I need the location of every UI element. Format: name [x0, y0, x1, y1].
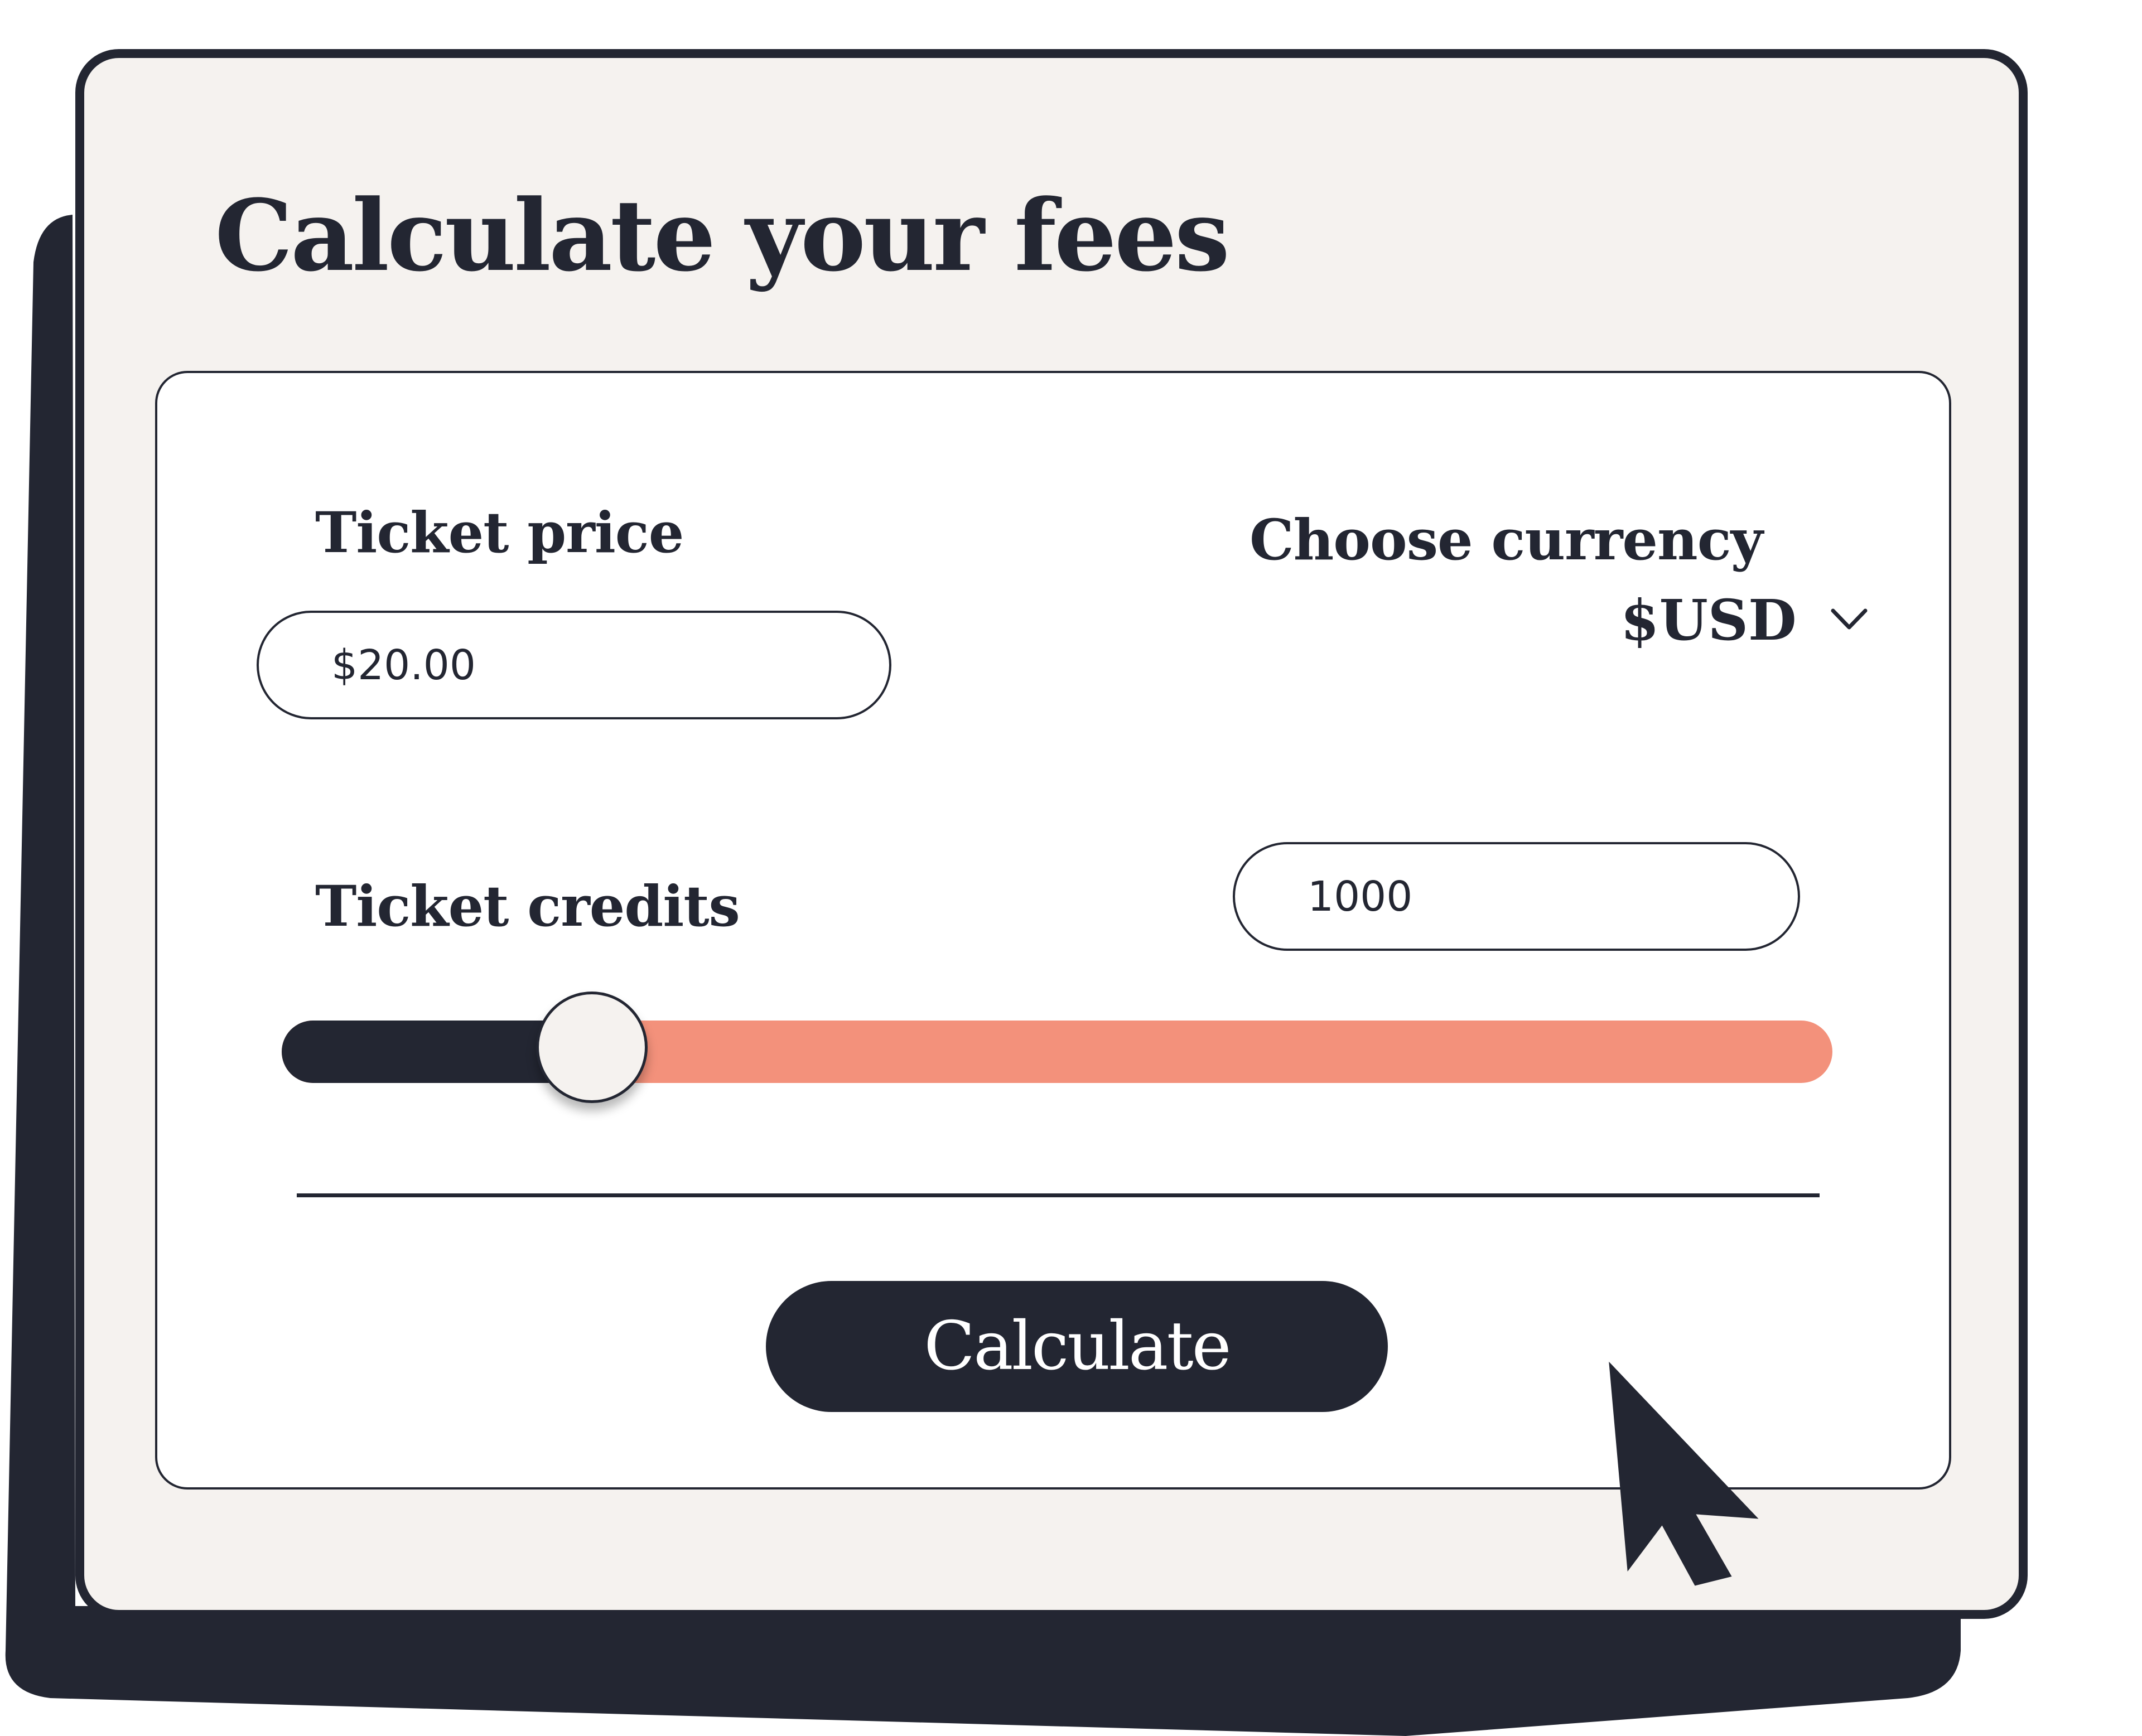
ticket-credits-slider[interactable] — [282, 992, 1832, 1103]
ticket-credits-input[interactable] — [1233, 842, 1800, 951]
slider-thumb[interactable] — [536, 992, 648, 1103]
currency-label: Choose currency — [1250, 507, 1763, 573]
form-divider — [297, 1193, 1820, 1197]
ticket-credits-label: Ticket credits — [315, 873, 740, 939]
currency-selected-value[interactable]: $USD — [1620, 592, 1797, 648]
page-title: Calculate your fees — [215, 178, 1230, 293]
mouse-pointer-icon — [1609, 1361, 1759, 1586]
chevron-down-icon[interactable] — [1830, 605, 1869, 633]
ticket-price-label: Ticket price — [315, 500, 684, 565]
calculate-button[interactable]: Calculate — [766, 1281, 1388, 1412]
ticket-price-input[interactable] — [257, 611, 891, 719]
